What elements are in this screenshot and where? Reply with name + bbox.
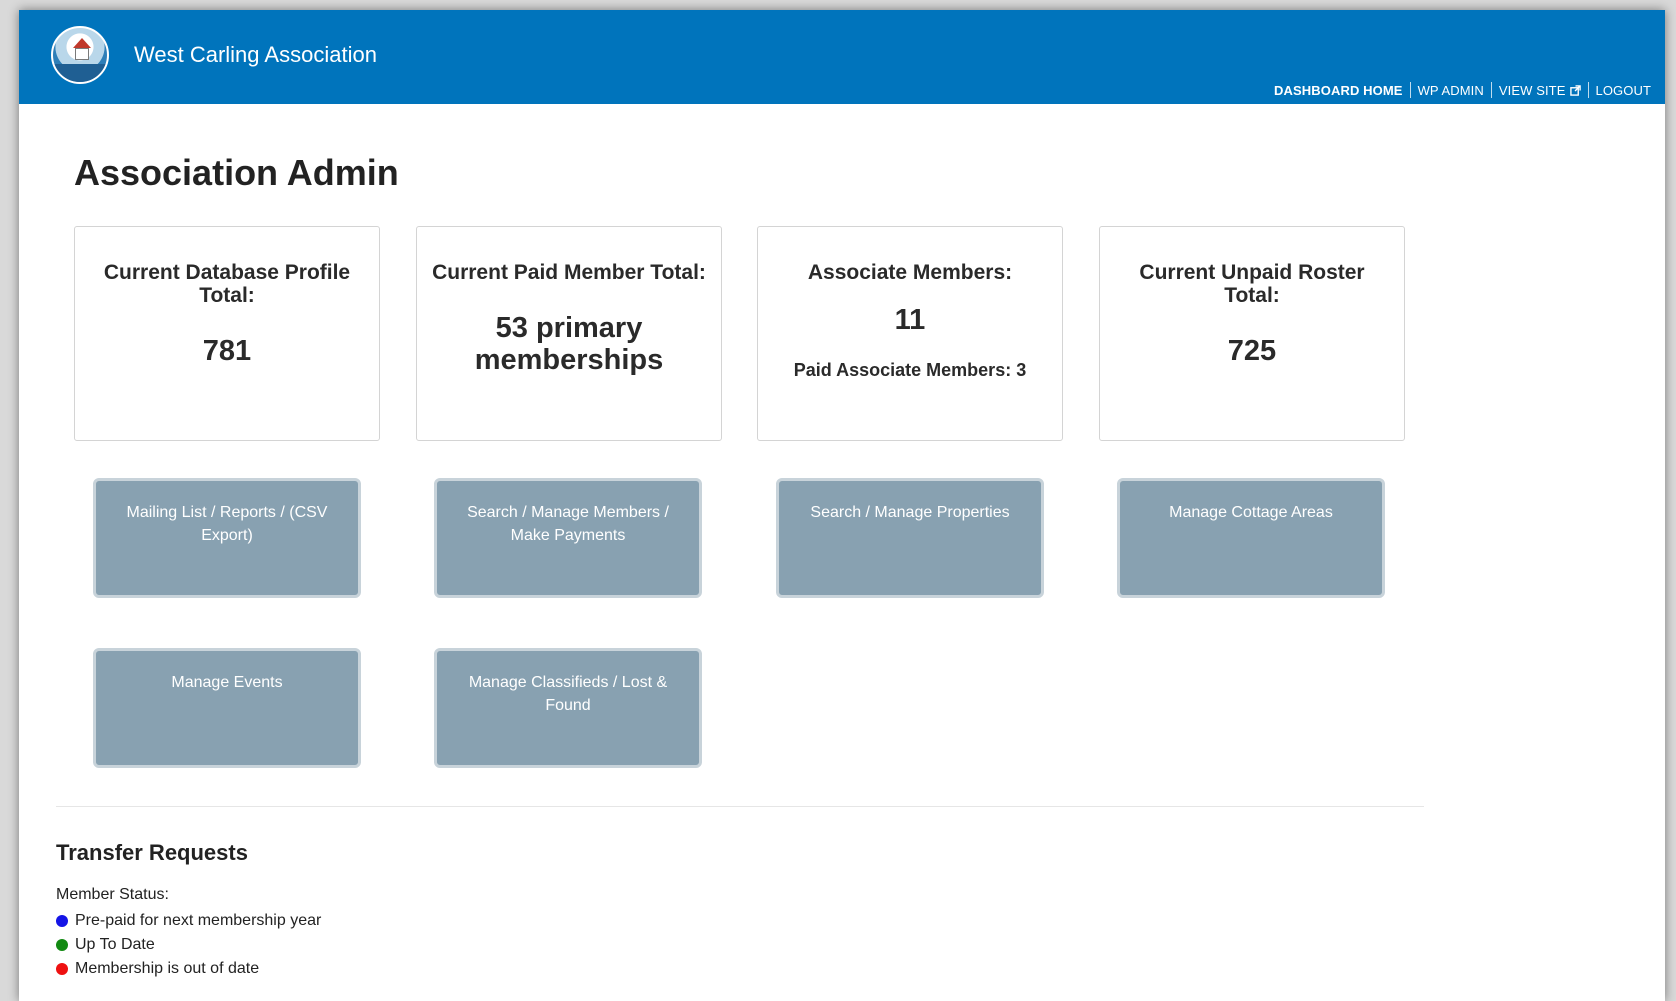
stat-label: Associate Members: (807, 261, 1013, 284)
search-manage-properties-button[interactable]: Search / Manage Properties (776, 478, 1044, 598)
legend-label: Membership is out of date (75, 960, 260, 977)
stat-card-associate-members: Associate Members: 11 Paid Associate Mem… (757, 226, 1063, 441)
transfer-requests-title: Transfer Requests (56, 840, 248, 865)
logo-house (75, 48, 89, 60)
page-title: Association Admin (74, 152, 399, 193)
stat-card-database-profile: Current Database Profile Total: 781 (74, 226, 380, 441)
external-link-icon (1569, 84, 1581, 96)
stat-label: Current Unpaid Roster Total: (1139, 261, 1365, 307)
mailing-list-reports-button[interactable]: Mailing List / Reports / (CSV Export) (93, 478, 361, 598)
green-dot-icon (56, 939, 68, 951)
stat-label: Current Paid Member Total: (432, 261, 706, 284)
manage-cottage-areas-button[interactable]: Manage Cottage Areas (1117, 478, 1385, 598)
legend-item-prepaid: Pre-paid for next membership year (56, 909, 321, 933)
browser-window: West Carling Association DASHBOARD HOME … (19, 10, 1665, 1001)
top-navigation: DASHBOARD HOME WP ADMIN VIEW SITE LOGOUT (1274, 82, 1651, 98)
site-title[interactable]: West Carling Association (134, 42, 377, 68)
top-bar: West Carling Association DASHBOARD HOME … (19, 10, 1665, 104)
member-status-label: Member Status: (56, 886, 169, 903)
blue-dot-icon (56, 915, 68, 927)
nav-separator (1587, 82, 1589, 98)
nav-separator (1490, 82, 1492, 98)
member-status-legend: Pre-paid for next membership year Up To … (56, 909, 321, 981)
nav-logout[interactable]: LOGOUT (1596, 83, 1652, 98)
stat-card-unpaid-roster: Current Unpaid Roster Total: 725 (1099, 226, 1405, 441)
stat-value: 53 primary memberships (474, 312, 664, 376)
stat-card-paid-members: Current Paid Member Total: 53 primary me… (416, 226, 722, 441)
association-logo[interactable] (51, 26, 109, 84)
legend-label: Up To Date (75, 936, 155, 953)
legend-item-up-to-date: Up To Date (56, 933, 321, 957)
stat-value: 725 (1227, 335, 1277, 367)
legend-item-out-of-date: Membership is out of date (56, 957, 321, 981)
logo-roof (73, 38, 91, 48)
nav-separator (1409, 82, 1411, 98)
manage-events-button[interactable]: Manage Events (93, 648, 361, 768)
nav-view-site-label: VIEW SITE (1498, 82, 1566, 98)
manage-classifieds-button[interactable]: Manage Classifieds / Lost & Found (434, 648, 702, 768)
search-manage-members-button[interactable]: Search / Manage Members / Make Payments (434, 478, 702, 598)
stat-value: 781 (202, 335, 252, 367)
section-divider (56, 806, 1424, 807)
red-dot-icon (56, 963, 68, 975)
logo-water (53, 64, 107, 82)
nav-wp-admin[interactable]: WP ADMIN (1418, 83, 1484, 98)
nav-view-site[interactable]: VIEW SITE (1499, 83, 1581, 98)
legend-label: Pre-paid for next membership year (75, 912, 322, 929)
stat-value: 11 (894, 304, 926, 336)
nav-dashboard-home[interactable]: DASHBOARD HOME (1274, 83, 1403, 98)
stat-subvalue: Paid Associate Members: 3 (793, 360, 1027, 380)
stat-label: Current Database Profile Total: (103, 261, 351, 307)
